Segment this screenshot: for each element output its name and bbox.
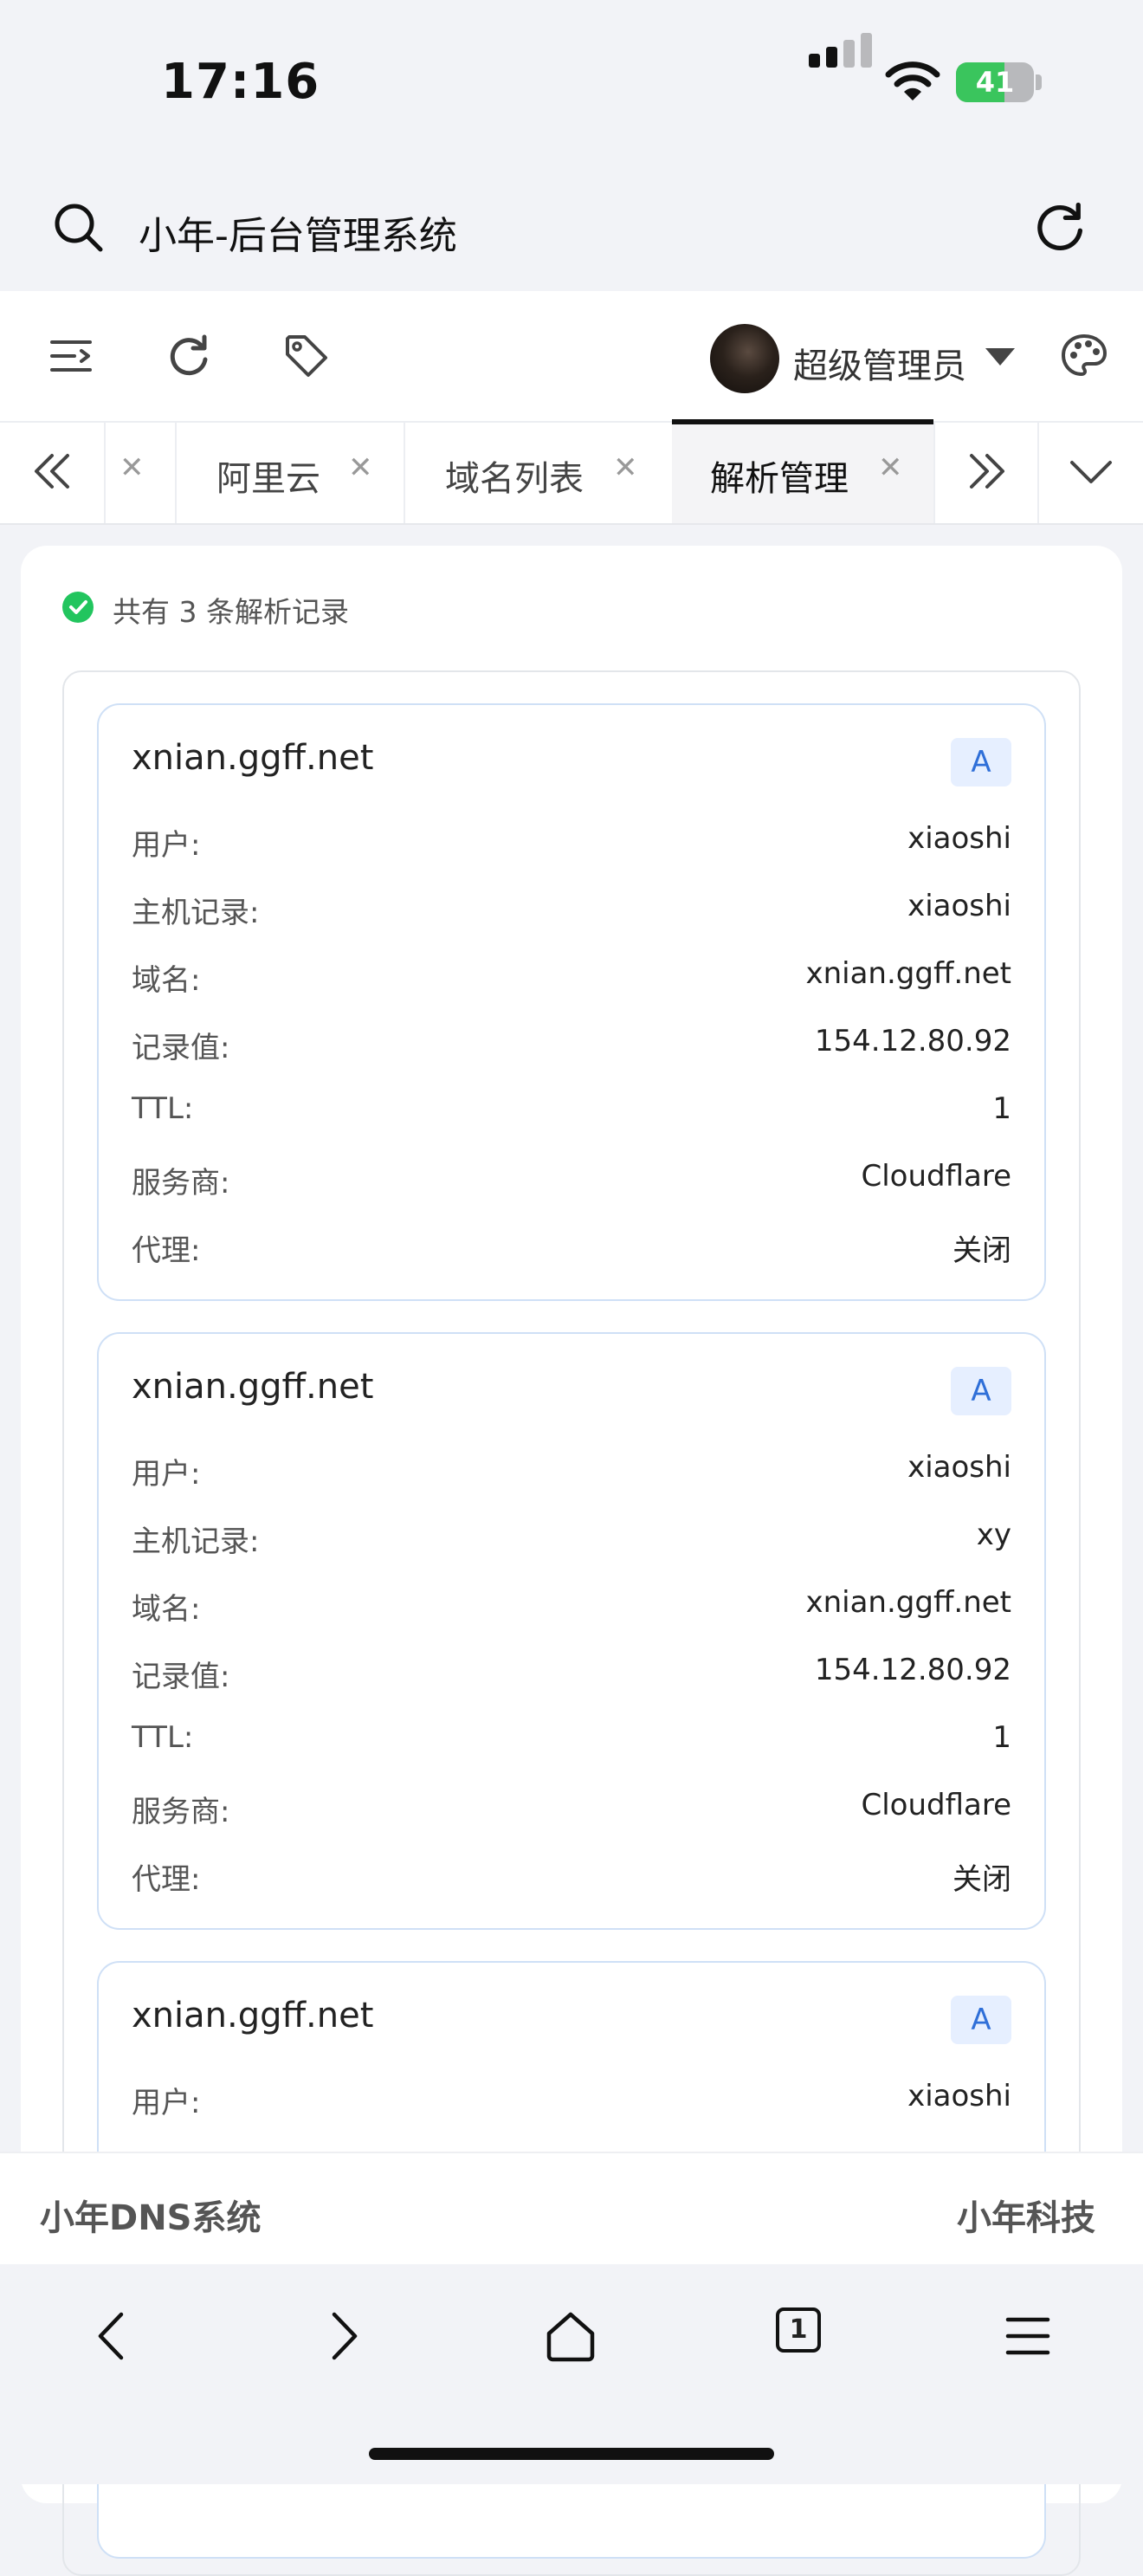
record-row-domain: 域名: xnian.ggff.net — [132, 1585, 1011, 1628]
tab-divider — [175, 423, 177, 523]
row-label: 用户: — [132, 1457, 201, 1492]
record-card[interactable]: xnian.ggff.net A 用户: xiaoshi 主机记录: xiaoshi… — [97, 703, 1046, 1301]
row-value: xnian.ggff.net — [805, 1585, 1011, 1620]
scroll-left-icon[interactable] — [28, 447, 76, 495]
row-value: 关闭 — [953, 1233, 1011, 1268]
record-row-user: 用户: xiaoshi — [132, 1450, 1011, 1493]
row-label: 服务商: — [132, 1166, 230, 1201]
row-label: 记录值: — [132, 1660, 230, 1694]
record-title: xnian.ggff.net — [132, 1367, 374, 1407]
tab-divider — [933, 423, 935, 523]
record-row-user: 用户: xiaoshi — [132, 2079, 1011, 2122]
tab-divider — [1037, 423, 1039, 523]
tag-icon[interactable] — [281, 330, 333, 382]
row-label: 服务商: — [132, 1795, 230, 1829]
record-count-summary: 共有 3 条解析记录 — [113, 595, 349, 629]
row-label: 代理: — [132, 1862, 201, 1897]
tab-dns-manage-label[interactable]: 解析管理 — [710, 450, 849, 501]
tab-close-icon[interactable]: ✕ — [613, 450, 638, 485]
row-value: xiaoshi — [907, 889, 1011, 923]
tab-divider — [404, 423, 405, 523]
row-value: xiaoshi — [907, 1450, 1011, 1485]
row-label: 记录值: — [132, 1031, 230, 1065]
footer-system-name: 小年DNS系统 — [40, 2198, 262, 2238]
row-label: 域名: — [132, 963, 201, 998]
row-value: xnian.ggff.net — [805, 956, 1011, 991]
page-title[interactable]: 小年-后台管理系统 — [139, 204, 457, 260]
palette-icon[interactable] — [1058, 329, 1110, 381]
row-value: xiaoshi — [907, 821, 1011, 856]
home-icon[interactable] — [540, 2306, 601, 2366]
footer-company-name: 小年科技 — [957, 2198, 1095, 2238]
row-label: TTL: — [132, 1720, 194, 1755]
row-value: xiaoshi — [907, 2079, 1011, 2113]
record-card[interactable]: xnian.ggff.net A 用户: xiaoshi 主机记录: xy 域名: x… — [97, 1332, 1046, 1930]
menu-icon[interactable] — [998, 2306, 1058, 2366]
check-circle-icon — [62, 592, 94, 623]
row-value: 154.12.80.92 — [814, 1024, 1011, 1058]
record-type-badge: A — [951, 738, 1011, 786]
row-label: TTL: — [132, 1091, 194, 1126]
record-row-value: 记录值: 154.12.80.92 — [132, 1024, 1011, 1067]
record-row-proxy: 代理: 关闭 — [132, 1855, 1011, 1899]
search-icon[interactable] — [50, 199, 106, 255]
record-title: xnian.ggff.net — [132, 738, 374, 778]
tab-aliyun[interactable]: 阿里云 — [216, 450, 320, 501]
row-label: 用户: — [132, 2086, 201, 2120]
menu-fold-icon[interactable] — [45, 330, 97, 382]
back-icon[interactable] — [83, 2306, 144, 2366]
record-row-user: 用户: xiaoshi — [132, 821, 1011, 864]
tab-close-icon[interactable]: ✕ — [348, 450, 373, 485]
wifi-icon — [885, 61, 940, 100]
refresh-icon[interactable] — [163, 330, 215, 382]
scroll-right-icon[interactable] — [963, 447, 1011, 495]
row-value: xy — [976, 1518, 1011, 1552]
row-value: 关闭 — [953, 1862, 1011, 1897]
tabs-count-icon[interactable]: 1 — [776, 2307, 821, 2353]
battery-icon: 41 — [956, 62, 1034, 102]
record-row-host: 主机记录: xy — [132, 1518, 1011, 1561]
battery-tip — [1036, 74, 1042, 90]
active-tab-indicator — [672, 419, 933, 424]
status-time: 17:16 — [161, 54, 320, 110]
chevron-down-icon[interactable] — [1067, 450, 1115, 494]
home-indicator — [369, 2448, 774, 2460]
record-title: xnian.ggff.net — [132, 1996, 374, 2036]
record-row-proxy: 代理: 关闭 — [132, 1227, 1011, 1270]
record-type-badge: A — [951, 1996, 1011, 2044]
row-value: 1 — [992, 1091, 1011, 1126]
record-row-ttl: TTL: 1 — [132, 1720, 1011, 1764]
record-row-domain: 域名: xnian.ggff.net — [132, 956, 1011, 1000]
tab-domain-list[interactable]: 域名列表 — [445, 450, 584, 501]
forward-icon[interactable] — [312, 2306, 372, 2366]
record-row-host: 主机记录: xiaoshi — [132, 889, 1011, 932]
record-row-value: 记录值: 154.12.80.92 — [132, 1653, 1011, 1696]
row-label: 域名: — [132, 1592, 201, 1627]
record-row-ttl: TTL: 1 — [132, 1091, 1011, 1135]
tab-close-icon[interactable]: ✕ — [119, 450, 145, 485]
row-value: Cloudflare — [861, 1159, 1011, 1194]
tab-divider — [104, 423, 106, 523]
record-row-provider: 服务商: Cloudflare — [132, 1788, 1011, 1831]
row-label: 主机记录: — [132, 896, 260, 930]
row-label: 代理: — [132, 1233, 201, 1268]
avatar[interactable] — [710, 324, 779, 393]
record-type-badge: A — [951, 1367, 1011, 1415]
row-label: 主机记录: — [132, 1524, 260, 1559]
row-value: 1 — [992, 1720, 1011, 1755]
caret-down-icon[interactable] — [985, 348, 1015, 366]
row-value: 154.12.80.92 — [814, 1653, 1011, 1687]
user-name[interactable]: 超级管理员 — [793, 338, 966, 388]
battery-level: 41 — [975, 66, 1015, 99]
record-row-provider: 服务商: Cloudflare — [132, 1159, 1011, 1202]
reload-icon[interactable] — [1030, 197, 1089, 256]
tab-close-icon[interactable]: ✕ — [878, 450, 903, 485]
row-value: Cloudflare — [861, 1788, 1011, 1822]
row-label: 用户: — [132, 828, 201, 863]
